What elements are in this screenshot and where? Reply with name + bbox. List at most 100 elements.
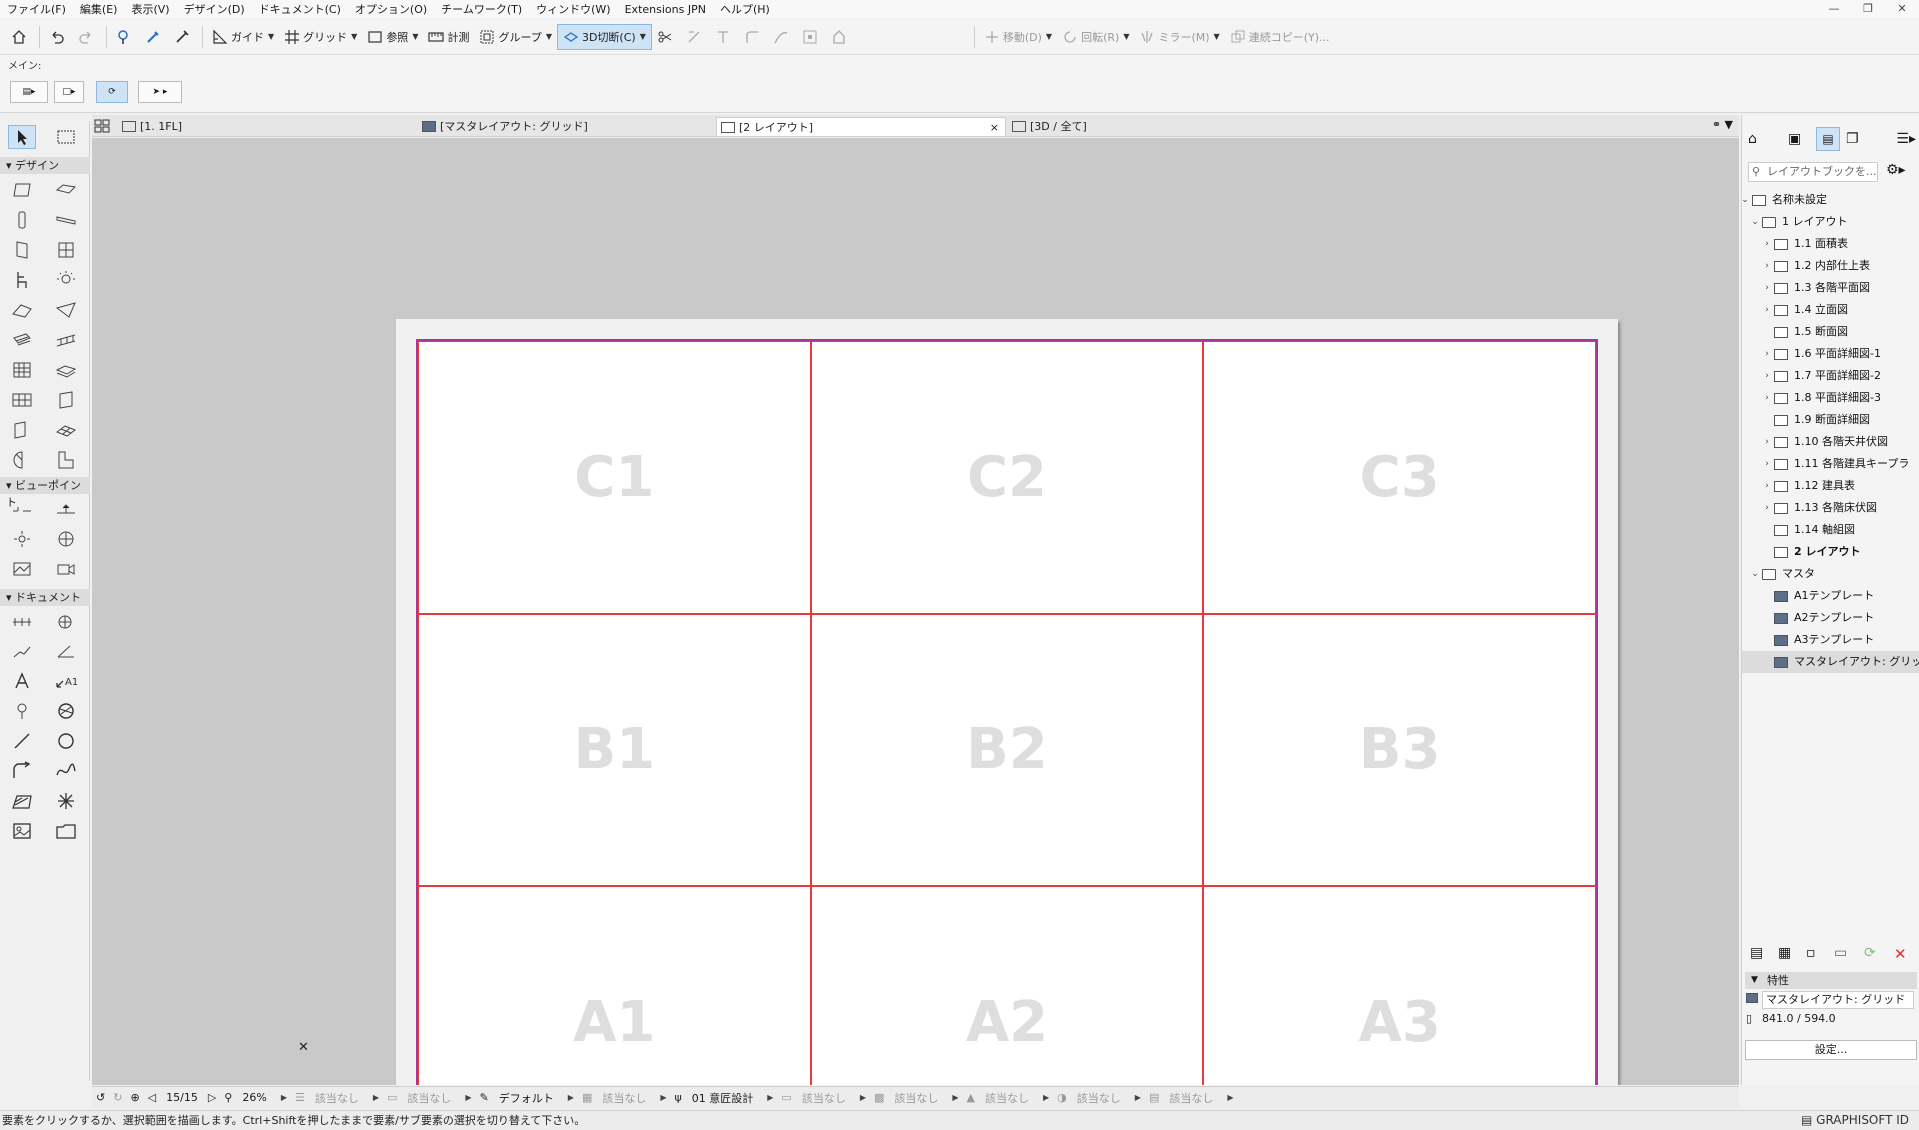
- tab-overview-button[interactable]: [94, 118, 112, 134]
- undo-button[interactable]: [44, 24, 73, 50]
- gear-icon[interactable]: ⚙▸: [1886, 162, 1906, 178]
- tree-item[interactable]: › 1.7 平面詳細図-2: [1742, 365, 1919, 387]
- shape-button[interactable]: [826, 24, 855, 50]
- tree-item[interactable]: A1テンプレート: [1742, 585, 1919, 607]
- chevron-right-icon[interactable]: ›: [1762, 387, 1772, 409]
- lamp-tool[interactable]: [52, 268, 80, 292]
- label-tool[interactable]: A1: [52, 669, 80, 693]
- tree-item[interactable]: 1.14 軸組図: [1742, 519, 1919, 541]
- publisher-icon[interactable]: ❐: [1846, 131, 1859, 147]
- chevron-right-icon[interactable]: ›: [1762, 475, 1772, 497]
- delete-icon[interactable]: ✕: [1894, 945, 1907, 963]
- chevron-down-icon[interactable]: ▼: [268, 32, 274, 41]
- interior-elevation-tool[interactable]: [8, 527, 36, 551]
- menu-design[interactable]: デザイン(D): [177, 1, 252, 17]
- page-navigation[interactable]: ◁ 15/15 ▷: [144, 1087, 221, 1109]
- cabinet-tool[interactable]: [52, 448, 80, 472]
- worksheet-tool[interactable]: [52, 527, 80, 551]
- close-tab-icon[interactable]: ×: [990, 118, 999, 137]
- zoom-in-button[interactable]: ⊕: [126, 1087, 143, 1109]
- arrow-tool[interactable]: [8, 125, 36, 149]
- tree-item[interactable]: 1.9 断面詳細図: [1742, 409, 1919, 431]
- hotspot-tool[interactable]: [8, 789, 36, 813]
- object-tool[interactable]: [8, 268, 36, 292]
- fill-tool[interactable]: [52, 699, 80, 723]
- multiply-button[interactable]: 連続コピー(Y)...: [1225, 24, 1335, 50]
- menu-edit[interactable]: 編集(E): [73, 1, 125, 17]
- tree-item[interactable]: ⌄ 1 レイアウト: [1742, 211, 1919, 233]
- selection-method-button[interactable]: ▤▸: [10, 81, 48, 103]
- chevron-right-icon[interactable]: ›: [1762, 299, 1772, 321]
- layout-canvas[interactable]: C1 C2 C3 B1 B2 B3 A1 A2 A3 ✕: [92, 138, 1739, 1085]
- toolbox-section-document[interactable]: ▾ ドキュメント: [0, 589, 90, 606]
- layer-combination[interactable]: ☰ 該当なし ▶: [291, 1087, 383, 1109]
- window-tool[interactable]: [52, 238, 80, 262]
- tab-options-button[interactable]: ⚭ ▼: [1712, 118, 1733, 131]
- prev-page-icon[interactable]: ◁: [148, 1091, 156, 1104]
- circle-tool[interactable]: [52, 729, 80, 753]
- tab-layout-2[interactable]: [2 レイアウト] ×: [716, 117, 1006, 136]
- model-view-field[interactable]: ▦ 該当なし ▶: [578, 1087, 671, 1109]
- menu-options[interactable]: オプション(O): [348, 1, 434, 17]
- reference-button[interactable]: 参照 ▼: [362, 24, 423, 50]
- tab-3d[interactable]: [3D / 全て]: [1008, 117, 1308, 136]
- tree-item[interactable]: › 1.13 各階床伏図: [1742, 497, 1919, 519]
- chevron-down-icon[interactable]: ▼: [1046, 32, 1052, 41]
- chevron-down-icon[interactable]: ▼: [412, 32, 418, 41]
- line-tool[interactable]: [8, 729, 36, 753]
- measure-button[interactable]: 計測: [423, 24, 474, 50]
- scale-field[interactable]: ▭ 該当なし ▶: [383, 1087, 476, 1109]
- tree-item[interactable]: › 1.10 各階天井伏図: [1742, 431, 1919, 453]
- tree-item[interactable]: A3テンプレート: [1742, 629, 1919, 651]
- properties-header[interactable]: ▼ 特性: [1745, 972, 1917, 989]
- fillet-button[interactable]: [739, 24, 768, 50]
- tree-item[interactable]: マスタレイアウト: グリッド: [1742, 651, 1919, 673]
- mesh-tool[interactable]: [52, 418, 80, 442]
- redo-button[interactable]: [73, 24, 102, 50]
- chevron-down-icon[interactable]: ▼: [1123, 32, 1129, 41]
- new-master-icon[interactable]: ▦: [1778, 945, 1791, 961]
- properties-name-field[interactable]: マスタレイアウト: グリッド: [1762, 991, 1914, 1009]
- chevron-right-icon[interactable]: ›: [1762, 277, 1772, 299]
- tree-item[interactable]: ⌄ マスタ: [1742, 563, 1919, 585]
- navigator-search-input[interactable]: ⚲ レイアウトブックを...: [1748, 162, 1878, 182]
- column-tool[interactable]: [8, 208, 36, 232]
- view-option-field[interactable]: ▤ 該当なし ▶: [1145, 1087, 1238, 1109]
- layout-settings-icon[interactable]: ▭: [1834, 945, 1847, 961]
- dimension-tool[interactable]: [8, 609, 36, 633]
- rotated-marquee-button[interactable]: ⟳: [96, 81, 128, 103]
- menu-icon[interactable]: ☰▸: [1896, 131, 1916, 147]
- properties-settings-button[interactable]: 設定...: [1745, 1040, 1917, 1060]
- menu-extensions[interactable]: Extensions JPN: [618, 3, 713, 16]
- angle-dimension-tool[interactable]: [52, 639, 80, 663]
- graphisoft-id[interactable]: ▤ GRAPHISOFT ID: [1801, 1111, 1909, 1130]
- grid-button[interactable]: グリッド ▼: [279, 24, 362, 50]
- toolbox-section-design[interactable]: ▾ デザイン: [0, 157, 90, 174]
- drawing-tool[interactable]: [52, 789, 80, 813]
- next-page-icon[interactable]: ▷: [208, 1091, 216, 1104]
- column-grid-tool[interactable]: [8, 448, 36, 472]
- change-tool[interactable]: [52, 819, 80, 843]
- marquee-tool[interactable]: [52, 125, 80, 149]
- chevron-down-icon[interactable]: ▼: [546, 32, 552, 41]
- menu-document[interactable]: ドキュメント(C): [252, 1, 348, 17]
- tree-item[interactable]: › 1.3 各階平面図: [1742, 277, 1919, 299]
- menu-teamwork[interactable]: チームワーク(T): [434, 1, 529, 17]
- radial-dimension-tool[interactable]: [8, 639, 36, 663]
- tab-master-layout[interactable]: [マスタレイアウト: グリッド]: [418, 117, 708, 136]
- toolbox-section-viewpoint[interactable]: ▾ ビューポイント: [0, 477, 90, 509]
- roof-tool[interactable]: [8, 298, 36, 322]
- pointer-mode-button[interactable]: ➤ ▸: [138, 81, 182, 103]
- trim-button[interactable]: [652, 24, 681, 50]
- section-tool[interactable]: [8, 497, 36, 521]
- beam-tool[interactable]: [52, 208, 80, 232]
- chevron-down-icon[interactable]: ⌄: [1742, 189, 1750, 211]
- eyedropper-button[interactable]: [140, 24, 169, 50]
- tree-item[interactable]: 2 レイアウト: [1742, 541, 1919, 563]
- chevron-down-icon[interactable]: ▼: [1214, 32, 1220, 41]
- tab-floor-plan[interactable]: [1. 1FL]: [118, 117, 418, 136]
- tree-item[interactable]: ⌄ 名称未設定: [1742, 189, 1919, 211]
- chevron-down-icon[interactable]: ▼: [640, 32, 646, 41]
- undo-view-button[interactable]: ↺: [92, 1087, 109, 1109]
- curtain-wall-tool[interactable]: [8, 358, 36, 382]
